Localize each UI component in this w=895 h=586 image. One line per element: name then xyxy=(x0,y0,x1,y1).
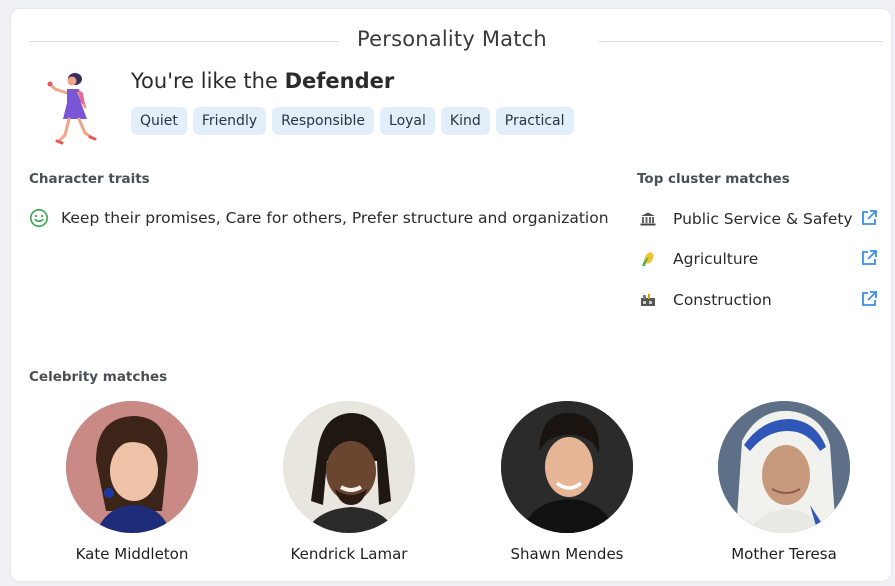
corn-icon xyxy=(639,250,657,268)
character-traits-heading: Character traits xyxy=(29,171,150,187)
external-link-icon[interactable] xyxy=(859,208,879,228)
tag-practical: Practical xyxy=(495,107,574,135)
tag-loyal: Loyal xyxy=(380,107,435,135)
celebrity-name: Mother Teresa xyxy=(731,545,837,563)
personality-type: Defender xyxy=(284,69,395,93)
external-link-icon[interactable] xyxy=(859,289,879,309)
construction-icon xyxy=(639,291,657,309)
tag-quiet: Quiet xyxy=(131,107,187,135)
cluster-item-agriculture[interactable]: Agriculture xyxy=(639,246,879,272)
character-traits-text: Keep their promises, Care for others, Pr… xyxy=(61,209,609,227)
celebrity-name: Shawn Mendes xyxy=(510,545,624,563)
tag-friendly: Friendly xyxy=(192,107,267,135)
personality-match-card: Personality Match You're like the Defend… xyxy=(10,8,892,582)
celebrity-matches-heading: Celebrity matches xyxy=(29,369,168,385)
defender-illustration xyxy=(47,73,97,145)
cluster-label: Construction xyxy=(673,291,772,309)
title-divider-right xyxy=(599,41,883,42)
top-cluster-heading: Top cluster matches xyxy=(637,171,790,187)
character-traits-row: Keep their promises, Care for others, Pr… xyxy=(29,208,609,228)
personality-headline: You're like the Defender xyxy=(131,69,395,93)
smile-icon xyxy=(30,209,48,227)
celebrity-photo xyxy=(283,401,415,533)
celebrity-photo xyxy=(718,401,850,533)
celebrity-name: Kate Middleton xyxy=(75,545,189,563)
trait-tags: Quiet Friendly Responsible Loyal Kind Pr… xyxy=(131,107,574,135)
title-divider-left xyxy=(29,41,339,42)
cluster-item-construction[interactable]: Construction xyxy=(639,287,879,313)
external-link-icon[interactable] xyxy=(859,248,879,268)
cluster-label: Agriculture xyxy=(673,250,759,268)
celebrity-name: Kendrick Lamar xyxy=(290,545,408,563)
government-building-icon xyxy=(639,210,657,228)
tag-responsible: Responsible xyxy=(272,107,375,135)
cluster-label: Public Service & Safety xyxy=(673,210,853,228)
cluster-item-public-service[interactable]: Public Service & Safety xyxy=(639,206,879,232)
tag-kind: Kind xyxy=(440,107,490,135)
celebrity-item-shawn-mendes[interactable]: Shawn Mendes xyxy=(492,401,642,563)
celebrity-item-mother-teresa[interactable]: Mother Teresa xyxy=(709,401,859,563)
celebrity-item-kendrick-lamar[interactable]: Kendrick Lamar xyxy=(274,401,424,563)
card-title: Personality Match xyxy=(357,27,547,51)
card-header: Personality Match xyxy=(29,27,883,55)
celebrity-photo xyxy=(501,401,633,533)
celebrity-photo xyxy=(66,401,198,533)
celebrity-item-kate-middleton[interactable]: Kate Middleton xyxy=(57,401,207,563)
